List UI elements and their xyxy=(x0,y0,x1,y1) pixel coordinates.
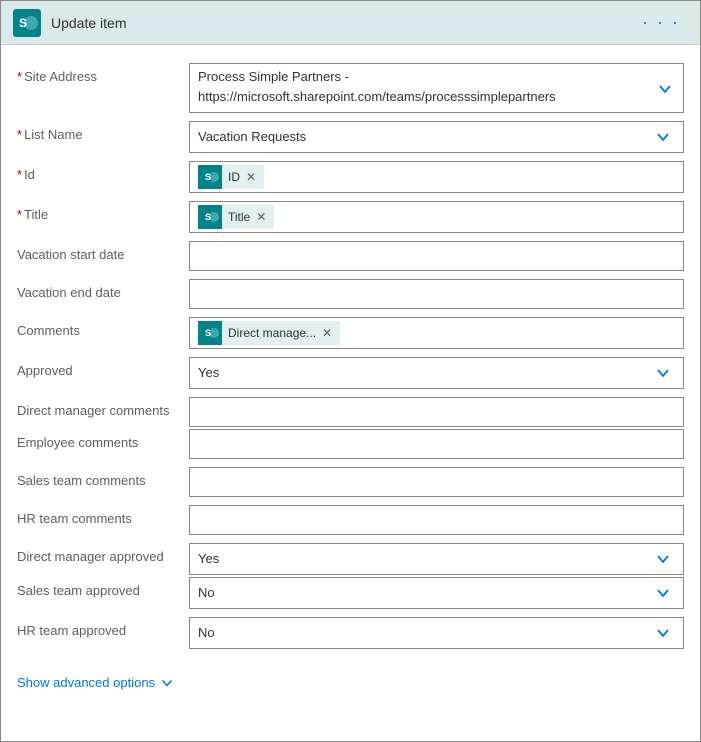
st-approved-value: No xyxy=(198,583,651,603)
remove-token-icon[interactable]: ✕ xyxy=(244,170,258,184)
sharepoint-icon: S xyxy=(198,321,222,345)
hr-comments-input[interactable] xyxy=(189,505,684,535)
chevron-down-icon[interactable] xyxy=(651,361,675,385)
label-dm-approved: Direct manager approved xyxy=(17,543,189,564)
dm-approved-dropdown[interactable]: Yes xyxy=(189,543,684,575)
chevron-down-icon[interactable] xyxy=(653,77,677,101)
label-vacation-end: Vacation end date xyxy=(17,279,189,300)
vacation-start-input[interactable] xyxy=(189,241,684,271)
label-title: *Title xyxy=(17,201,189,222)
dm-comments-input[interactable] xyxy=(189,397,684,427)
approved-value: Yes xyxy=(198,363,651,383)
more-menu-button[interactable]: · · · xyxy=(634,8,688,37)
site-address-dropdown[interactable]: Process Simple Partners - https://micros… xyxy=(189,63,684,113)
label-comments: Comments xyxy=(17,317,189,338)
title-input[interactable]: S Title ✕ xyxy=(189,201,684,233)
sharepoint-icon: S xyxy=(198,165,222,189)
id-input[interactable]: S ID ✕ xyxy=(189,161,684,193)
label-dm-comments: Direct manager comments xyxy=(17,397,189,418)
emp-comments-input[interactable] xyxy=(189,429,684,459)
dm-approved-value: Yes xyxy=(198,549,651,569)
show-advanced-options-link[interactable]: Show advanced options xyxy=(17,675,173,690)
st-approved-dropdown[interactable]: No xyxy=(189,577,684,609)
chevron-down-icon[interactable] xyxy=(651,125,675,149)
remove-token-icon[interactable]: ✕ xyxy=(254,210,268,224)
label-site-address: *Site Address xyxy=(17,63,189,84)
hr-approved-dropdown[interactable]: No xyxy=(189,617,684,649)
card-header: S Update item · · · xyxy=(1,1,700,45)
id-token[interactable]: S ID ✕ xyxy=(198,165,264,189)
comments-input[interactable]: S Direct manage... ✕ xyxy=(189,317,684,349)
label-hr-comments: HR team comments xyxy=(17,505,189,526)
approved-dropdown[interactable]: Yes xyxy=(189,357,684,389)
chevron-down-icon[interactable] xyxy=(651,547,675,571)
site-address-value-line2: https://microsoft.sharepoint.com/teams/p… xyxy=(198,87,556,107)
label-st-approved: Sales team approved xyxy=(17,577,189,598)
card-title: Update item xyxy=(51,15,634,31)
label-vacation-start: Vacation start date xyxy=(17,241,189,262)
list-name-dropdown[interactable]: Vacation Requests xyxy=(189,121,684,153)
sharepoint-icon: S xyxy=(198,205,222,229)
chevron-down-icon[interactable] xyxy=(651,581,675,605)
hr-approved-value: No xyxy=(198,623,651,643)
label-st-comments: Sales team comments xyxy=(17,467,189,488)
st-comments-input[interactable] xyxy=(189,467,684,497)
label-approved: Approved xyxy=(17,357,189,378)
chevron-down-icon[interactable] xyxy=(651,621,675,645)
vacation-end-input[interactable] xyxy=(189,279,684,309)
form-body: *Site Address Process Simple Partners - … xyxy=(1,45,700,667)
label-emp-comments: Employee comments xyxy=(17,429,189,450)
title-token[interactable]: S Title ✕ xyxy=(198,205,274,229)
card-footer: Show advanced options xyxy=(1,667,700,706)
remove-token-icon[interactable]: ✕ xyxy=(320,326,334,340)
label-id: *Id xyxy=(17,161,189,182)
sharepoint-logo: S xyxy=(13,9,41,37)
site-address-value-line1: Process Simple Partners - xyxy=(198,67,556,87)
label-list-name: *List Name xyxy=(17,121,189,142)
direct-manager-token[interactable]: S Direct manage... ✕ xyxy=(198,321,340,345)
chevron-down-icon xyxy=(161,679,173,687)
label-hr-approved: HR team approved xyxy=(17,617,189,638)
list-name-value: Vacation Requests xyxy=(198,127,651,147)
